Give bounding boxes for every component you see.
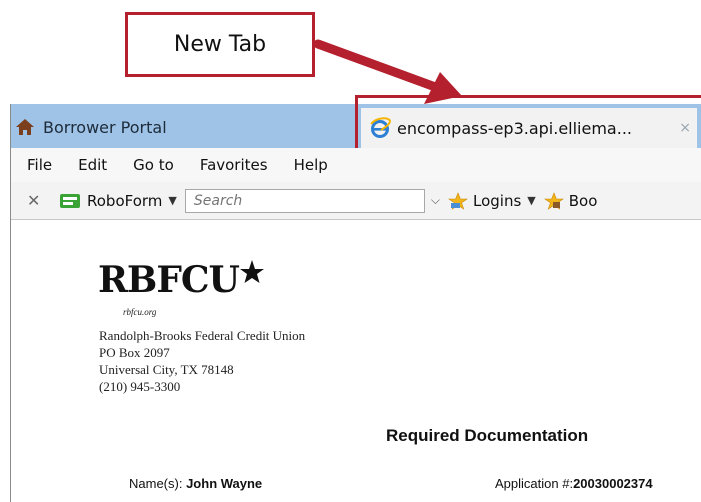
menu-bar: File Edit Go to Favorites Help: [11, 148, 701, 182]
toolbar: ✕ RoboForm ▼ ⌵ Logins ▼ Boo: [11, 182, 701, 220]
application-value: 20030002374: [573, 476, 653, 491]
address-line: (210) 945-3300: [99, 379, 181, 394]
home-icon: [16, 119, 34, 135]
menu-file[interactable]: File: [27, 156, 52, 174]
star-logo-icon: [239, 260, 264, 283]
menu-edit[interactable]: Edit: [78, 156, 107, 174]
logo-subtitle: rbfcu.org: [123, 307, 157, 317]
tab-borrower-portal[interactable]: Borrower Portal: [15, 114, 167, 140]
menu-help[interactable]: Help: [294, 156, 328, 174]
bookmarks-star-icon: [543, 191, 564, 210]
tab-highlight-box: [355, 95, 701, 151]
roboform-icon: [60, 193, 80, 208]
browser-window: Borrower Portal encompass-ep3.api.elliem…: [10, 95, 701, 502]
document-page: RBFCU rbfcu.org Randolph-Brooks Federal …: [11, 221, 701, 502]
tab-title: Borrower Portal: [43, 117, 167, 137]
search-input[interactable]: [191, 191, 418, 210]
bookmarks-button[interactable]: Boo: [569, 192, 598, 210]
rbfcu-logo: RBFCU: [98, 259, 265, 301]
application-label: Application #:: [495, 476, 574, 491]
names-row: Name(s): John Wayne: [129, 476, 262, 491]
close-toolbar-icon[interactable]: ✕: [27, 191, 41, 210]
tab-strip: Borrower Portal encompass-ep3.api.elliem…: [11, 95, 701, 151]
logins-star-icon: [448, 191, 468, 210]
address-block: Randolph-Brooks Federal Credit Union PO …: [99, 327, 305, 395]
logo-text: RBFCU: [98, 259, 240, 301]
application-row: Application #:20030002374: [495, 476, 653, 491]
names-value: John Wayne: [186, 476, 263, 491]
callout-label: New Tab: [173, 32, 267, 57]
address-line: Universal City, TX 78148: [99, 362, 234, 377]
chevron-down-icon[interactable]: ▼: [168, 194, 176, 207]
search-dropdown-icon[interactable]: ⌵: [431, 193, 440, 208]
page-title: Required Documentation: [386, 426, 589, 445]
search-field[interactable]: [184, 188, 425, 213]
chevron-down-icon[interactable]: ▼: [527, 194, 535, 207]
new-tab-callout: New Tab: [125, 12, 315, 77]
address-line: PO Box 2097: [99, 345, 170, 360]
menu-go-to[interactable]: Go to: [133, 156, 174, 174]
logins-button[interactable]: Logins: [473, 192, 521, 210]
menu-favorites[interactable]: Favorites: [200, 156, 268, 174]
roboform-button[interactable]: RoboForm: [87, 192, 162, 210]
address-line: Randolph-Brooks Federal Credit Union: [99, 328, 306, 343]
names-label: Name(s):: [129, 476, 183, 491]
